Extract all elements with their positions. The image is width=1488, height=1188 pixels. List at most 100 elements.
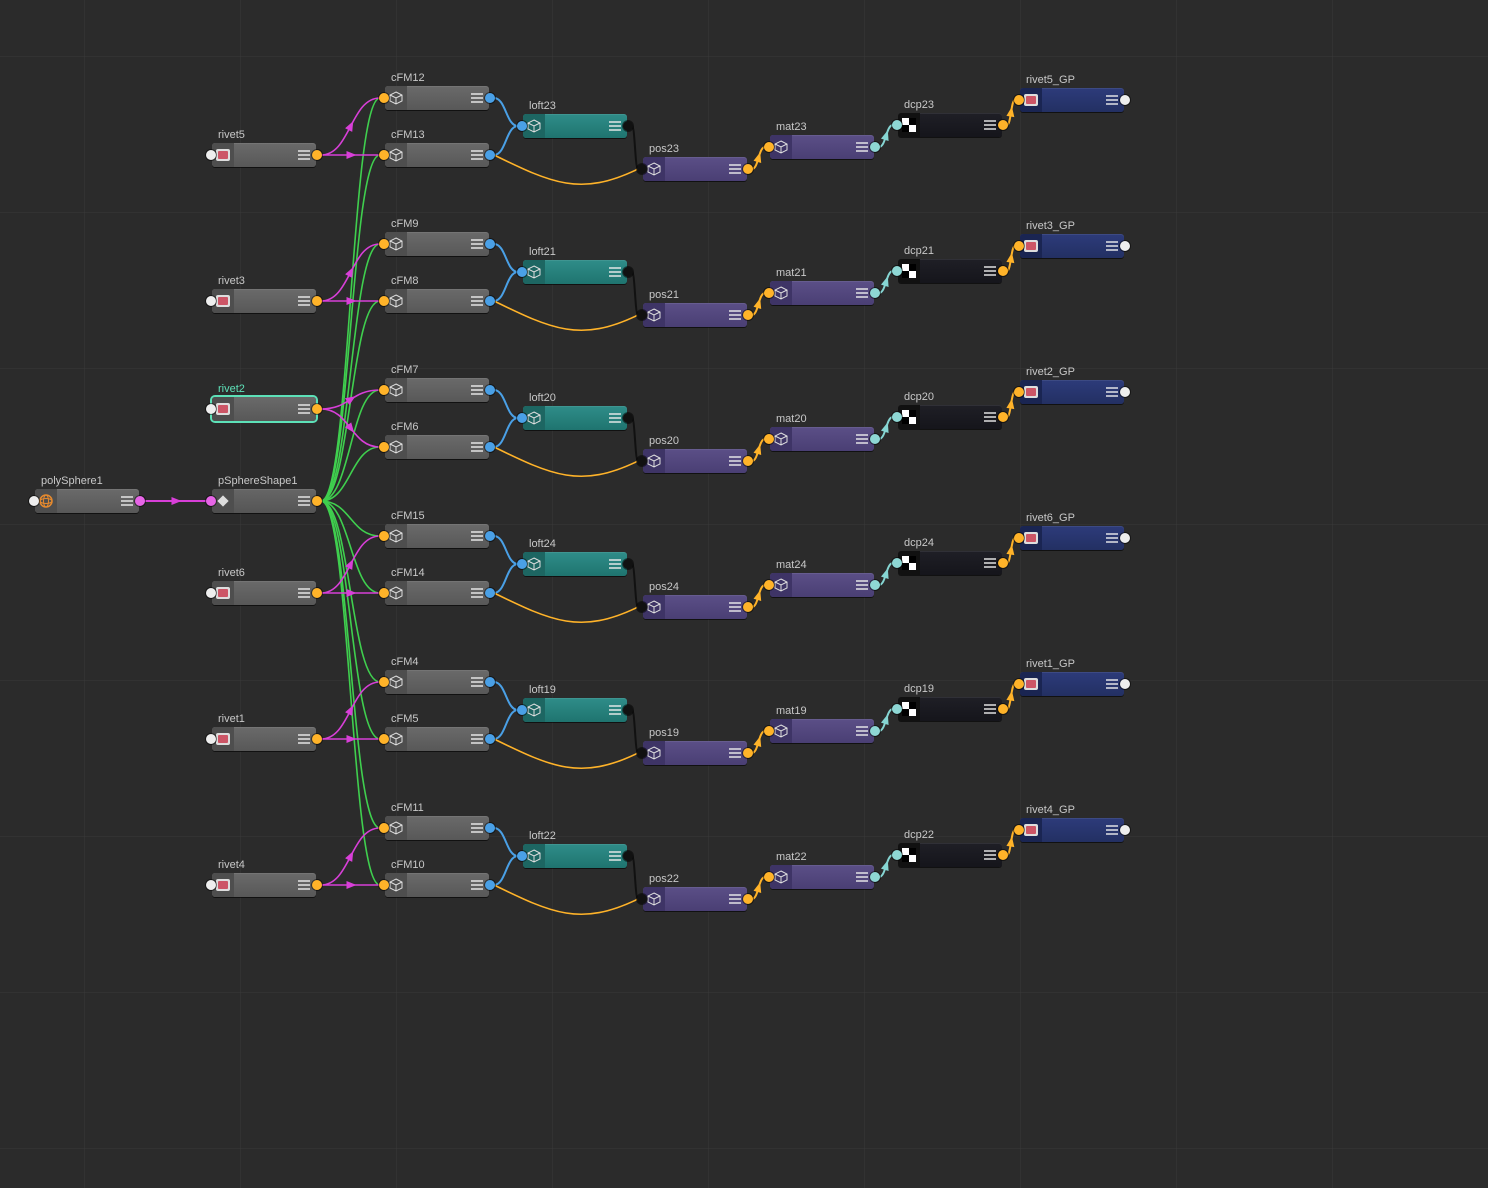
port-out[interactable] <box>743 456 753 466</box>
port-in[interactable] <box>517 413 527 423</box>
port-in[interactable] <box>29 496 39 506</box>
port-in[interactable] <box>764 726 774 736</box>
node-dcp22[interactable]: dcp22 <box>898 843 1002 867</box>
port-in[interactable] <box>379 150 389 160</box>
node-dcp21[interactable]: dcp21 <box>898 259 1002 283</box>
node-mat23[interactable]: mat23 <box>770 135 874 159</box>
node-menu-icon[interactable] <box>471 734 483 744</box>
port-in[interactable] <box>892 558 902 568</box>
node-dcp24[interactable]: dcp24 <box>898 551 1002 575</box>
node-menu-icon[interactable] <box>121 496 133 506</box>
node-menu-icon[interactable] <box>856 580 868 590</box>
port-out[interactable] <box>623 705 633 715</box>
node-menu-icon[interactable] <box>471 531 483 541</box>
port-out[interactable] <box>312 588 322 598</box>
node-menu-icon[interactable] <box>984 412 996 422</box>
port-in[interactable] <box>892 120 902 130</box>
node-pos23[interactable]: pos23 <box>643 157 747 181</box>
port-in[interactable] <box>379 296 389 306</box>
port-out[interactable] <box>743 164 753 174</box>
node-menu-icon[interactable] <box>1106 387 1118 397</box>
node-rivet6[interactable]: rivet6 <box>212 581 316 605</box>
port-in[interactable] <box>1014 533 1024 543</box>
port-in[interactable] <box>1014 95 1024 105</box>
port-in[interactable] <box>206 496 216 506</box>
node-mat21[interactable]: mat21 <box>770 281 874 305</box>
node-menu-icon[interactable] <box>609 705 621 715</box>
node-menu-icon[interactable] <box>298 496 310 506</box>
port-in[interactable] <box>206 296 216 306</box>
node-menu-icon[interactable] <box>729 894 741 904</box>
port-in[interactable] <box>206 880 216 890</box>
port-out[interactable] <box>743 894 753 904</box>
port-in[interactable] <box>892 704 902 714</box>
port-in[interactable] <box>379 880 389 890</box>
port-in[interactable] <box>206 734 216 744</box>
port-in[interactable] <box>379 531 389 541</box>
node-menu-icon[interactable] <box>856 434 868 444</box>
port-in[interactable] <box>892 412 902 422</box>
node-mat24[interactable]: mat24 <box>770 573 874 597</box>
node-menu-icon[interactable] <box>471 385 483 395</box>
node-rivet6_GP[interactable]: rivet6_GP <box>1020 526 1124 550</box>
node-pos21[interactable]: pos21 <box>643 303 747 327</box>
port-out[interactable] <box>312 150 322 160</box>
node-menu-icon[interactable] <box>729 602 741 612</box>
node-cFM4[interactable]: cFM4 <box>385 670 489 694</box>
node-loft24[interactable]: loft24 <box>523 552 627 576</box>
node-menu-icon[interactable] <box>1106 241 1118 251</box>
node-menu-icon[interactable] <box>298 296 310 306</box>
port-out[interactable] <box>743 602 753 612</box>
node-cFM7[interactable]: cFM7 <box>385 378 489 402</box>
port-out[interactable] <box>135 496 145 506</box>
port-in[interactable] <box>379 385 389 395</box>
node-loft21[interactable]: loft21 <box>523 260 627 284</box>
port-out[interactable] <box>312 734 322 744</box>
port-out[interactable] <box>998 704 1008 714</box>
port-out[interactable] <box>743 310 753 320</box>
node-menu-icon[interactable] <box>1106 95 1118 105</box>
port-out[interactable] <box>870 580 880 590</box>
port-in[interactable] <box>379 239 389 249</box>
port-in[interactable] <box>379 442 389 452</box>
node-menu-icon[interactable] <box>471 296 483 306</box>
node-menu-icon[interactable] <box>1106 533 1118 543</box>
port-out[interactable] <box>485 150 495 160</box>
node-rivet2_GP[interactable]: rivet2_GP <box>1020 380 1124 404</box>
node-rivet4_GP[interactable]: rivet4_GP <box>1020 818 1124 842</box>
port-out[interactable] <box>485 239 495 249</box>
port-in[interactable] <box>764 872 774 882</box>
port-in[interactable] <box>1014 825 1024 835</box>
port-out[interactable] <box>1120 533 1130 543</box>
node-menu-icon[interactable] <box>471 239 483 249</box>
node-menu-icon[interactable] <box>298 588 310 598</box>
node-cFM9[interactable]: cFM9 <box>385 232 489 256</box>
node-menu-icon[interactable] <box>729 748 741 758</box>
port-in[interactable] <box>517 267 527 277</box>
port-out[interactable] <box>743 748 753 758</box>
port-out[interactable] <box>485 296 495 306</box>
port-in[interactable] <box>1014 387 1024 397</box>
node-menu-icon[interactable] <box>471 93 483 103</box>
port-out[interactable] <box>870 434 880 444</box>
port-in[interactable] <box>637 310 647 320</box>
port-in[interactable] <box>379 93 389 103</box>
port-in[interactable] <box>764 434 774 444</box>
port-out[interactable] <box>485 677 495 687</box>
node-menu-icon[interactable] <box>609 851 621 861</box>
port-in[interactable] <box>892 266 902 276</box>
node-cFM14[interactable]: cFM14 <box>385 581 489 605</box>
node-menu-icon[interactable] <box>856 726 868 736</box>
node-menu-icon[interactable] <box>856 872 868 882</box>
port-in[interactable] <box>206 588 216 598</box>
port-in[interactable] <box>637 164 647 174</box>
port-in[interactable] <box>206 404 216 414</box>
node-loft19[interactable]: loft19 <box>523 698 627 722</box>
port-in[interactable] <box>379 734 389 744</box>
port-in[interactable] <box>1014 241 1024 251</box>
node-pos19[interactable]: pos19 <box>643 741 747 765</box>
node-cFM15[interactable]: cFM15 <box>385 524 489 548</box>
port-in[interactable] <box>1014 679 1024 689</box>
port-out[interactable] <box>1120 679 1130 689</box>
node-menu-icon[interactable] <box>1106 679 1118 689</box>
